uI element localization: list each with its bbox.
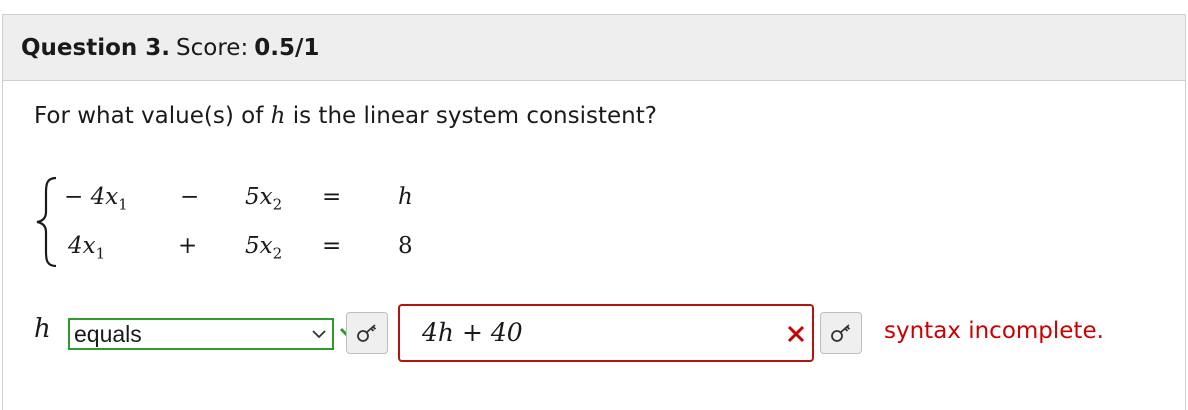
row1-term1-text: − 4x xyxy=(64,184,119,210)
chevron-down-icon xyxy=(312,330,326,339)
question-header: Question 3. Score: 0.5/1 xyxy=(3,15,1185,81)
key-icon xyxy=(357,324,377,342)
row1-equals: = xyxy=(322,184,342,210)
row1-op: − xyxy=(180,184,200,210)
row2-term2-sub: 2 xyxy=(272,244,283,263)
prompt-before: For what value(s) of xyxy=(34,103,264,129)
close-icon xyxy=(787,325,805,343)
row2-term1-text: 4x xyxy=(68,233,96,259)
formula-input[interactable]: 4h + 40 xyxy=(398,304,814,362)
row2-term1: 4x1 xyxy=(68,233,105,263)
prompt-variable: h xyxy=(270,103,286,129)
key-icon xyxy=(831,324,851,342)
question-number: Question 3. xyxy=(21,34,171,61)
row1-term2-sub: 2 xyxy=(272,195,283,214)
row2-rhs: 8 xyxy=(398,233,413,259)
brace-icon xyxy=(36,176,57,268)
answer-variable: h xyxy=(34,314,51,344)
row1-rhs: h xyxy=(398,184,413,210)
prompt-after: is the linear system consistent? xyxy=(292,103,657,129)
score-label: Score: xyxy=(176,34,249,61)
formula-text: 4h + 40 xyxy=(422,318,523,347)
row2-term2: 5x2 xyxy=(245,233,282,263)
row1-term2: 5x2 xyxy=(245,184,282,214)
relation-select[interactable]: equals xyxy=(68,318,334,350)
row1-term2-text: 5x xyxy=(245,184,273,210)
score-value: 0.5/1 xyxy=(254,34,320,61)
row1-term1: − 4x1 xyxy=(64,184,128,214)
question-prompt: For what value(s) of h is the linear sys… xyxy=(34,103,657,129)
relation-selected-value: equals xyxy=(74,320,142,347)
preview-key-button-2[interactable] xyxy=(820,312,862,354)
feedback-message: syntax incomplete. xyxy=(884,318,1104,344)
row2-term1-sub: 1 xyxy=(95,244,106,263)
preview-key-button-1[interactable] xyxy=(346,312,388,354)
row2-term2-text: 5x xyxy=(245,233,273,259)
formula-input-value: 4h + 40 xyxy=(422,318,523,347)
row1-term1-sub: 1 xyxy=(118,195,128,214)
row2-op: + xyxy=(178,233,198,259)
row2-equals: = xyxy=(322,233,342,259)
